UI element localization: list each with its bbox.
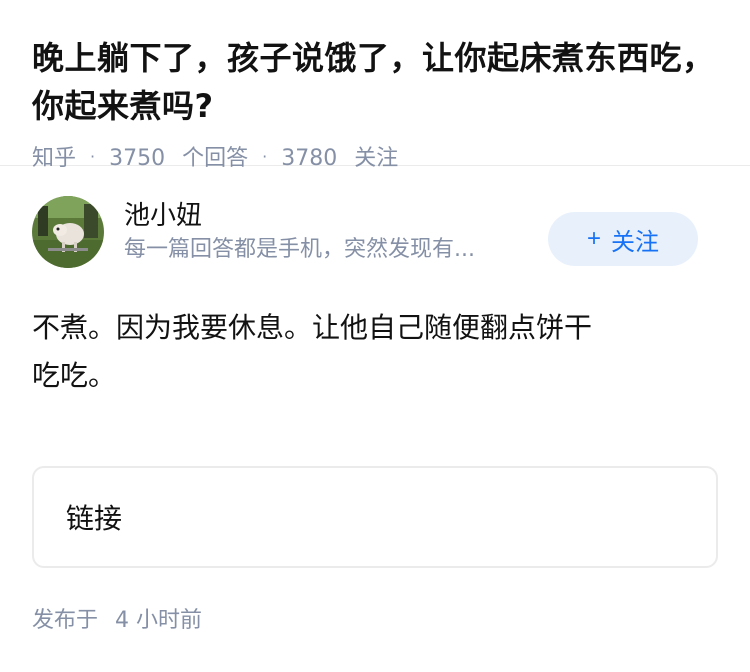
follow-label: 关注 (611, 228, 659, 256)
publish-prefix: 发布于 (32, 608, 99, 633)
separator-dot: · (262, 146, 268, 166)
author-bio: 每一篇回答都是手机，突然发现有... (124, 237, 475, 262)
plus-icon: + (586, 225, 601, 252)
answer-content: 不煮。因为我要休息。让他自己随便翻点饼干吃吃。 (32, 311, 593, 392)
avatar-image-icon (32, 196, 104, 268)
author-name[interactable]: 池小妞 (124, 198, 534, 234)
answer-page: 晚上躺下了，孩子说饿了，让你起床煮东西吃，你起来煮吗? 知乎 · 3750 个回… (0, 0, 750, 672)
question-title[interactable]: 晚上躺下了，孩子说饿了，让你起床煮东西吃，你起来煮吗? (32, 34, 718, 130)
publish-time: 发布于 4 小时前 (32, 602, 202, 634)
link-card[interactable]: 链接 (32, 466, 718, 568)
publish-time-value: 4 小时前 (115, 608, 203, 633)
separator-dot: · (90, 146, 96, 166)
author-row: 池小妞 每一篇回答都是手机，突然发现有... + 关注 (0, 166, 750, 276)
question-header: 晚上躺下了，孩子说饿了，让你起床煮东西吃，你起来煮吗? 知乎 · 3750 个回… (0, 0, 750, 171)
link-card-label: 链接 (66, 502, 123, 535)
follow-button[interactable]: + 关注 (548, 212, 698, 266)
avatar[interactable] (32, 196, 104, 268)
author-info: 池小妞 每一篇回答都是手机，突然发现有... (124, 198, 534, 266)
